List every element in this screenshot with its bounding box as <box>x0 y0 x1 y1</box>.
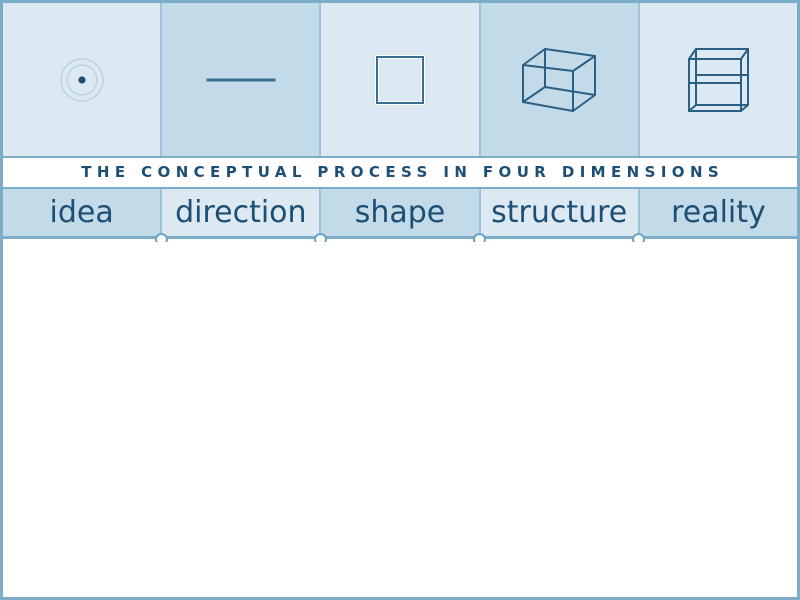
stage-cell-structure[interactable]: structure <box>480 189 640 236</box>
icon-cell-reality[interactable] <box>639 3 798 156</box>
square-outline-icon <box>365 45 435 115</box>
point-dot-icon <box>47 45 117 115</box>
icon-strip <box>3 3 798 158</box>
stage-cell-shape[interactable]: shape <box>321 189 481 236</box>
icon-cell-direction[interactable] <box>162 3 322 156</box>
stage-cell-direction[interactable]: direction <box>162 189 322 236</box>
slide-canvas: THE CONCEPTUAL PROCESS IN FOUR DIMENSION… <box>0 0 800 600</box>
stage-cell-reality[interactable]: reality <box>639 189 798 236</box>
stage-label-shape: shape <box>354 194 446 230</box>
wireframe-cube-icon <box>515 39 603 121</box>
icon-cell-structure[interactable] <box>480 3 640 156</box>
stage-label-reality: reality <box>671 194 766 230</box>
stage-label-idea: idea <box>49 194 114 230</box>
tesseract-cube-icon <box>679 39 757 121</box>
icon-cell-idea[interactable] <box>3 3 163 156</box>
stage-cell-idea[interactable]: idea <box>3 189 163 236</box>
page-title: THE CONCEPTUAL PROCESS IN FOUR DIMENSION… <box>81 163 725 181</box>
icon-cell-shape[interactable] <box>321 3 481 156</box>
stage-label-strip: idea direction shape structure reality <box>3 189 798 239</box>
content-body-area <box>3 242 797 597</box>
stage-label-structure: structure <box>491 194 628 230</box>
line-segment-icon <box>201 45 281 115</box>
stage-label-direction: direction <box>175 194 307 230</box>
title-band: THE CONCEPTUAL PROCESS IN FOUR DIMENSION… <box>3 158 797 189</box>
